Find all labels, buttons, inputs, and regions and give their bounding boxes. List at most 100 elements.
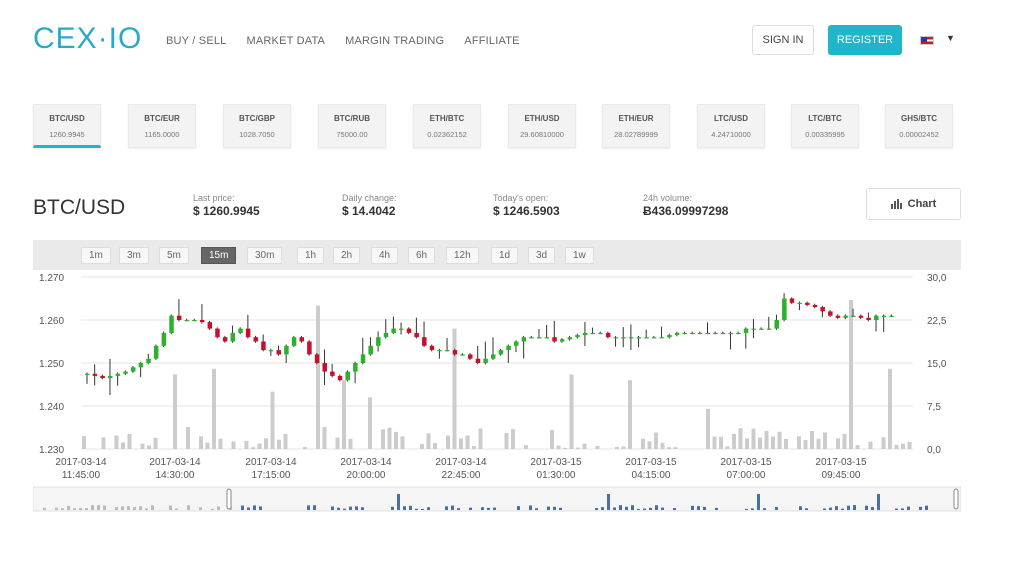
register-button[interactable]: REGISTER [828, 25, 902, 55]
navigator-volume-bar [517, 506, 520, 510]
pair-tile-ghs-btc[interactable]: GHS/BTC 0.00002452 [885, 104, 953, 148]
navigator-volume-bar [625, 506, 628, 510]
x-tick-label-date: 2017-03-14 [340, 457, 392, 468]
candle-down [452, 350, 458, 355]
navigator-volume-bar [481, 507, 484, 510]
timeframe-2h[interactable]: 2h [333, 247, 361, 264]
candle-up [667, 335, 672, 338]
candle-up [230, 332, 236, 342]
volume-bar [218, 438, 223, 449]
navigator-volume-bar [145, 508, 148, 510]
candle-up [644, 337, 649, 339]
navigator-volume-bar [427, 507, 430, 510]
candle-up [782, 298, 787, 320]
volume-bar [140, 443, 145, 449]
navigator-volume-bar [649, 507, 652, 510]
timeframe-12h[interactable]: 12h [446, 247, 479, 264]
navigator-volume-bar [121, 506, 124, 510]
volume-bar [387, 427, 392, 449]
nav-affiliate[interactable]: AFFILIATE [464, 35, 519, 47]
navigator-volume-bar [835, 506, 838, 510]
navigator-volume-bar [91, 505, 94, 510]
navigator-volume-bar [715, 507, 718, 510]
nav-market-data[interactable]: MARKET DATA [247, 35, 326, 47]
candle-down [828, 311, 833, 316]
volume-bar [368, 397, 372, 449]
pair-tile-eth-btc[interactable]: ETH/BTC 0.02362152 [413, 104, 481, 148]
navigator [33, 486, 961, 512]
candle-down [422, 337, 427, 346]
timeframe-1m[interactable]: 1m [81, 247, 111, 264]
pair-tile-btc-eur[interactable]: BTC/EUR 1165.0000 [128, 104, 196, 148]
timeframe-4h[interactable]: 4h [371, 247, 399, 264]
cex-logo[interactable]: CEX·IO [33, 22, 142, 56]
candle-up [345, 371, 350, 381]
chart-button[interactable]: Chart [866, 188, 961, 220]
us-flag-icon[interactable] [920, 36, 934, 45]
pair-tile-eth-eur[interactable]: ETH/EUR 28.02789999 [602, 104, 670, 148]
navigator-volume-bar [841, 508, 844, 510]
pair-tile-btc-rub[interactable]: BTC/RUB 75000.00 [318, 104, 386, 148]
volume-bar [212, 368, 216, 449]
pair-tile-btc-usd[interactable]: BTC/USD 1260.9945 [33, 104, 101, 148]
pair-tile-eth-usd[interactable]: ETH/USD 29.60810000 [508, 104, 576, 148]
navigator-volume-bar [805, 508, 808, 510]
timeframe-15m[interactable]: 15m [201, 247, 237, 264]
navigator-volume-bar [187, 505, 190, 510]
x-tick-label-date: 2017-03-14 [55, 457, 107, 468]
candle-up [353, 363, 358, 372]
candle-up [391, 328, 396, 333]
volume-bar [777, 431, 782, 449]
volume-bar [797, 436, 801, 449]
volume-bar [868, 441, 873, 449]
navigator-handle-left [226, 488, 232, 510]
pair-tile-btc-gbp[interactable]: BTC/GBP 1028.7050 [223, 104, 291, 148]
navigator-volume-bar [757, 494, 760, 510]
candlestick-chart[interactable]: 1.230 1.240 1.250 1.260 1.270 0,0 7,5 15,0 22,5 3… [33, 240, 961, 512]
timeframe-6h[interactable]: 6h [408, 247, 436, 264]
timeframe-30m[interactable]: 30m [247, 247, 283, 264]
candle-down [207, 322, 213, 329]
nav-buy-sell[interactable]: BUY / SELL [166, 35, 227, 47]
x-tick-label-time: 07:00:00 [727, 470, 766, 481]
pair-name: BTC/RUB [334, 114, 370, 123]
timeframe-5m[interactable]: 5m [159, 247, 189, 264]
candle-up [529, 337, 534, 339]
volume-bar [621, 446, 626, 449]
pair-tile-ltc-btc[interactable]: LTC/BTC 0.00335995 [791, 104, 859, 148]
timeframe-1w[interactable]: 1w [565, 247, 594, 264]
candle-up [238, 328, 243, 333]
volume-bar [719, 436, 723, 449]
candle-down [261, 341, 266, 351]
volume-bar [855, 445, 860, 449]
candle-up [590, 332, 596, 335]
sign-in-button[interactable]: SIGN IN [752, 25, 814, 55]
timeframe-3m[interactable]: 3m [119, 247, 149, 264]
pair-tile-ltc-usd[interactable]: LTC/USD 4.24710000 [697, 104, 765, 148]
navigator-volume-bar [799, 506, 802, 510]
timeframe-1d[interactable]: 1d [491, 247, 519, 264]
volume-bar [511, 429, 515, 449]
nav-margin-trading[interactable]: MARGIN TRADING [345, 35, 444, 47]
todays-open: Today's open: $ 1246.5903 [493, 193, 560, 218]
navigator-volume-bar [877, 494, 880, 510]
x-tick-label-date: 2017-03-15 [625, 457, 677, 468]
candle-up [575, 335, 580, 338]
x-tick-label-date: 2017-03-14 [435, 457, 487, 468]
candle-down [299, 337, 304, 342]
chevron-down-icon[interactable]: ▼ [946, 33, 955, 43]
timeframe-1h[interactable]: 1h [297, 247, 325, 264]
volume-bar [628, 380, 632, 449]
candle-down [805, 302, 810, 305]
candle-up [506, 345, 511, 351]
volume-bar [810, 431, 814, 449]
timeframe-3d[interactable]: 3d [528, 247, 556, 264]
pair-price: 1165.0000 [144, 130, 180, 139]
volume-bar [348, 438, 353, 449]
last-price: Last price: $ 1260.9945 [193, 193, 260, 218]
candle-up [759, 328, 764, 330]
candle-up [659, 337, 665, 339]
volume-bar [901, 443, 905, 449]
volume-bar [504, 432, 509, 449]
navigator-volume-bar [535, 508, 538, 510]
